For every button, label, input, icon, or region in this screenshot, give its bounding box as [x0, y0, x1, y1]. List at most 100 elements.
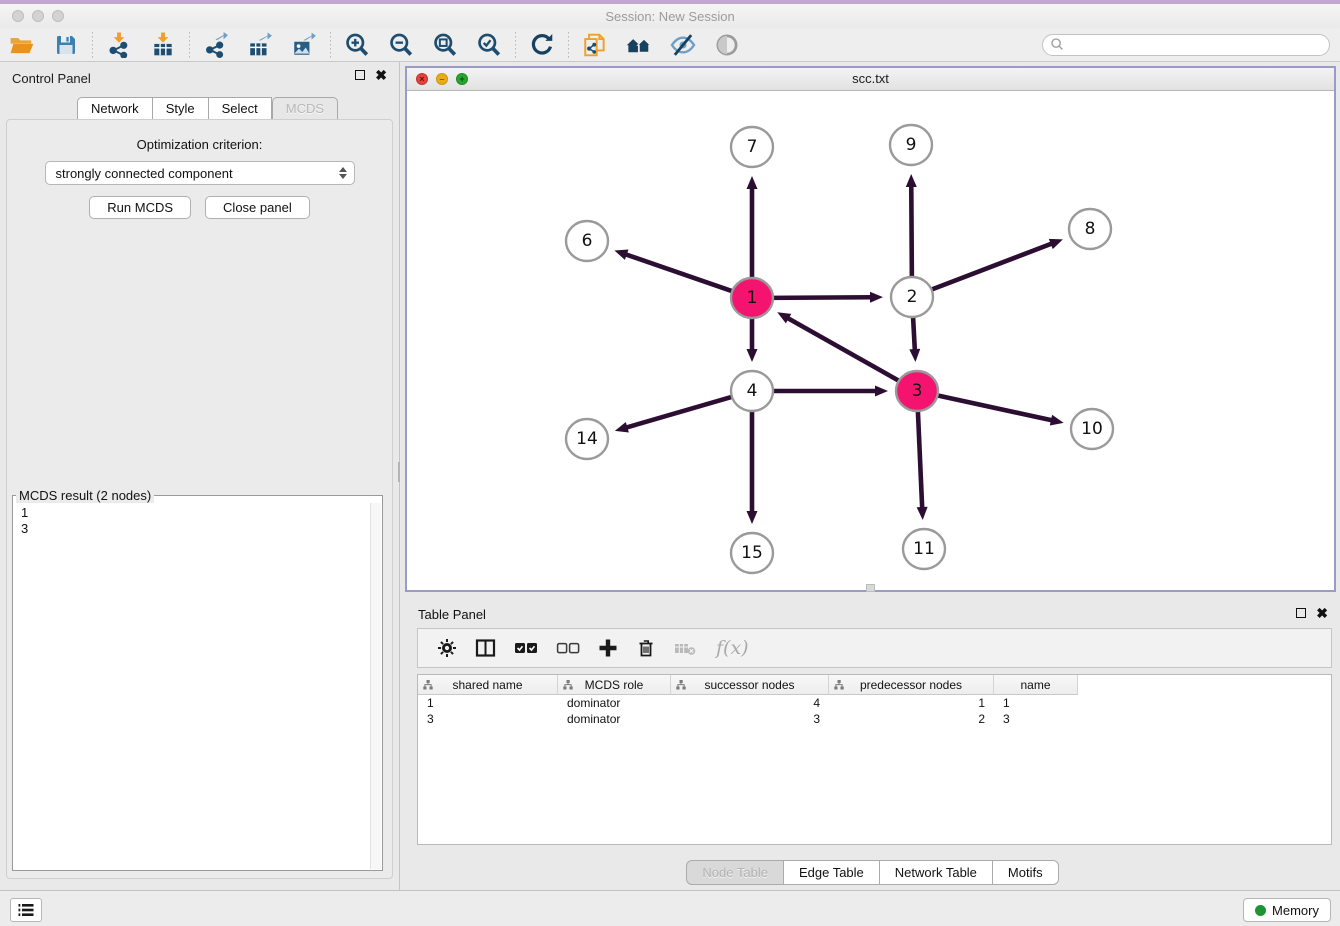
network-graph[interactable]: 7 9 6 8 1 2 4 3 14 10 15 11: [407, 90, 1334, 590]
graph-node-2[interactable]: 2: [891, 277, 933, 317]
tab-select[interactable]: Select: [209, 97, 272, 120]
graph-node-7[interactable]: 7: [731, 127, 773, 167]
mcds-result-box: MCDS result (2 nodes) 1 3: [12, 488, 383, 871]
memory-label: Memory: [1272, 903, 1319, 918]
delete-table-icon[interactable]: [674, 638, 698, 658]
cell-successor-nodes[interactable]: 3: [671, 711, 829, 727]
cell-mcds-role[interactable]: dominator: [558, 695, 671, 711]
memory-button[interactable]: Memory: [1243, 898, 1331, 922]
tab-network-table[interactable]: Network Table: [880, 860, 993, 885]
cell-shared-name[interactable]: 1: [418, 695, 558, 711]
open-session-icon[interactable]: [7, 30, 37, 60]
table-row[interactable]: 3 dominator 3 2 3: [418, 711, 1331, 727]
graph-edge-3-11[interactable]: [917, 410, 928, 520]
toolbar-separator: [515, 32, 516, 58]
application-window: Session: New Session: [0, 0, 1340, 926]
graph-node-label: 15: [741, 543, 763, 563]
zoom-selected-icon[interactable]: [474, 30, 504, 60]
refresh-icon[interactable]: [527, 30, 557, 60]
import-table-icon[interactable]: [148, 30, 178, 60]
function-builder-icon[interactable]: f(x): [716, 637, 749, 659]
mcds-result-text[interactable]: 1 3: [14, 503, 371, 869]
add-icon[interactable]: [598, 638, 618, 658]
network-canvas[interactable]: 7 9 6 8 1 2 4 3 14 10 15 11: [407, 90, 1334, 590]
graph-edge-1-6[interactable]: [614, 250, 734, 292]
graph-node-3[interactable]: 3: [896, 371, 938, 411]
tab-mcds[interactable]: MCDS: [272, 97, 338, 120]
float-panel-icon[interactable]: [1296, 608, 1306, 618]
graph-edge-4-3[interactable]: [771, 386, 888, 397]
graph-edge-4-15[interactable]: [747, 410, 758, 524]
frame-resize-grip[interactable]: [866, 584, 875, 592]
cell-predecessor-nodes[interactable]: 2: [829, 711, 994, 727]
column-header-shared-name[interactable]: shared name: [418, 675, 558, 695]
task-history-button[interactable]: [10, 898, 42, 922]
export-table-icon[interactable]: [245, 30, 275, 60]
cell-name[interactable]: 1: [994, 695, 1078, 711]
deselect-all-icon[interactable]: [556, 638, 580, 658]
graph-node-10[interactable]: 10: [1071, 409, 1113, 449]
delete-icon[interactable]: [636, 638, 656, 658]
tree-icon: [676, 680, 686, 690]
export-network-icon[interactable]: [201, 30, 231, 60]
show-all-icon[interactable]: [712, 30, 742, 60]
gear-icon[interactable]: [437, 638, 457, 658]
cell-predecessor-nodes[interactable]: 1: [829, 695, 994, 711]
network-window-titlebar[interactable]: × – + scc.txt: [407, 68, 1334, 91]
columns-icon[interactable]: [475, 638, 496, 658]
cell-successor-nodes[interactable]: 4: [671, 695, 829, 711]
graph-node-14[interactable]: 14: [566, 419, 608, 459]
search-input[interactable]: [1065, 37, 1329, 53]
tab-node-table[interactable]: Node Table: [686, 860, 784, 885]
graph-node-15[interactable]: 15: [731, 533, 773, 573]
float-panel-icon[interactable]: [355, 70, 365, 80]
graph-edge-2-8[interactable]: [930, 239, 1063, 290]
result-scrollbar[interactable]: [370, 503, 381, 869]
table-row[interactable]: 1 dominator 4 1 1: [418, 695, 1331, 711]
graph-node-4[interactable]: 4: [731, 371, 773, 411]
export-image-icon[interactable]: [289, 30, 319, 60]
graph-edge-1-7[interactable]: [747, 176, 758, 279]
graph-edge-2-9[interactable]: [906, 174, 917, 278]
graph-node-1[interactable]: 1: [731, 278, 773, 318]
zoom-fit-icon[interactable]: [430, 30, 460, 60]
column-header-mcds-role[interactable]: MCDS role: [558, 675, 671, 695]
window-title: Session: New Session: [0, 9, 1340, 24]
cell-mcds-role[interactable]: dominator: [558, 711, 671, 727]
run-mcds-button[interactable]: Run MCDS: [89, 196, 191, 219]
graph-node-6[interactable]: 6: [566, 221, 608, 261]
tab-motifs[interactable]: Motifs: [993, 860, 1059, 885]
graph-node-11[interactable]: 11: [903, 529, 945, 569]
tab-style[interactable]: Style: [153, 97, 209, 120]
cell-shared-name[interactable]: 3: [418, 711, 558, 727]
tab-network[interactable]: Network: [77, 97, 153, 120]
graph-edge-3-1[interactable]: [777, 312, 900, 381]
hide-selected-icon[interactable]: [668, 30, 698, 60]
graph-node-9[interactable]: 9: [890, 125, 932, 165]
column-header-predecessor-nodes[interactable]: predecessor nodes: [829, 675, 994, 695]
graph-edge-3-10[interactable]: [936, 395, 1064, 425]
graph-edge-1-4[interactable]: [747, 317, 758, 362]
cell-name[interactable]: 3: [994, 711, 1078, 727]
close-panel-icon[interactable]: ✖: [375, 70, 387, 80]
graph-node-8[interactable]: 8: [1069, 209, 1111, 249]
zoom-out-icon[interactable]: [386, 30, 416, 60]
criterion-dropdown[interactable]: strongly connected component: [45, 161, 355, 185]
graph-edge-4-14[interactable]: [615, 396, 734, 432]
graph-edge-2-3[interactable]: [909, 316, 920, 362]
new-network-from-selection-icon[interactable]: [580, 30, 610, 60]
column-header-name[interactable]: name: [994, 675, 1078, 695]
save-session-icon[interactable]: [51, 30, 81, 60]
zoom-in-icon[interactable]: [342, 30, 372, 60]
graph-edge-1-2[interactable]: [771, 292, 883, 303]
column-header-successor-nodes[interactable]: successor nodes: [671, 675, 829, 695]
search-field[interactable]: [1042, 34, 1330, 56]
close-panel-icon[interactable]: ✖: [1316, 608, 1328, 618]
import-network-icon[interactable]: [104, 30, 134, 60]
node-table[interactable]: shared name MCDS role successor nodes pr…: [417, 674, 1332, 845]
select-all-icon[interactable]: [514, 638, 538, 658]
graph-node-label: 4: [747, 381, 758, 401]
first-neighbors-icon[interactable]: [624, 30, 654, 60]
close-panel-button[interactable]: Close panel: [205, 196, 310, 219]
tab-edge-table[interactable]: Edge Table: [784, 860, 880, 885]
